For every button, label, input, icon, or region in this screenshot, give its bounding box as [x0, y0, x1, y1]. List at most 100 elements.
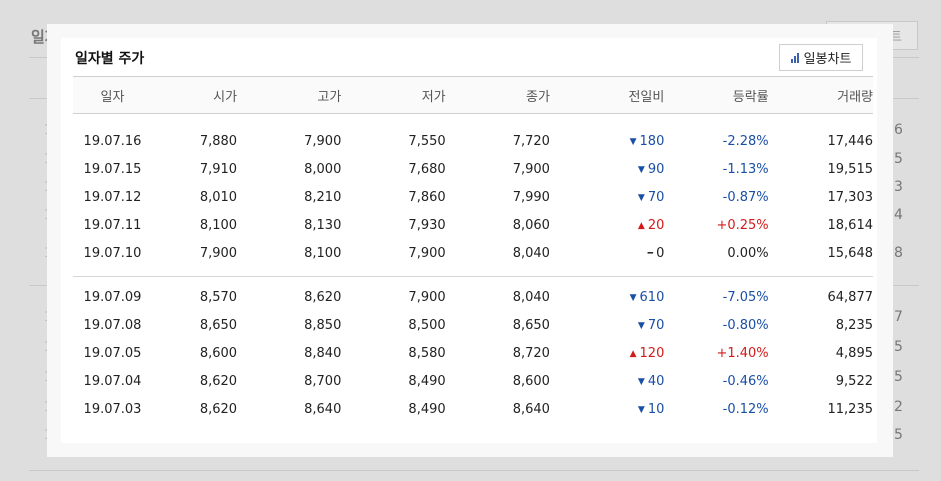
header-close: 종가	[445, 76, 550, 114]
cell-date: 19.07.08	[83, 318, 142, 333]
table-row: 19.07.16 7,880 7,900 7,550 7,720 ▼ 180 -2.28% 17…	[73, 128, 873, 156]
modal-title: 일자별 주가	[75, 51, 145, 67]
daily-chart-button-label: 일봉차트	[803, 52, 852, 67]
header-change: 전일비	[549, 76, 665, 114]
cell-low: 7,900	[408, 290, 446, 305]
cell-high: 8,210	[304, 190, 342, 205]
cell-change-value: 120	[639, 346, 665, 361]
cell-open: 8,620	[199, 402, 238, 417]
cell-date: 19.07.15	[83, 162, 142, 177]
background-row-volume-fragment: 6	[894, 122, 903, 138]
table-row: 19.07.12 8,010 8,210 7,860 7,990 ▼ 70 -0.87% 17,…	[73, 184, 873, 212]
daily-chart-button[interactable]: 일봉차트	[779, 44, 863, 71]
cell-date: 19.07.10	[83, 246, 142, 261]
cell-change: ▼ 180	[550, 128, 665, 156]
cell-rate: +1.40%	[716, 346, 769, 361]
cell-open: 8,570	[199, 290, 238, 305]
cell-volume: 18,614	[827, 218, 874, 233]
arrow-down-icon: ▼	[629, 137, 637, 147]
cell-high: 8,000	[304, 162, 342, 177]
cell-high: 8,850	[304, 318, 342, 333]
cell-change-value: 0	[656, 246, 665, 261]
cell-volume: 64,877	[827, 290, 874, 305]
cell-close: 7,720	[512, 134, 550, 149]
header-low: 저가	[341, 76, 446, 114]
cell-open: 7,900	[199, 246, 238, 261]
background-row-volume-fragment: 5	[894, 427, 903, 443]
cell-rate: +0.25%	[716, 218, 769, 233]
background-divider	[29, 470, 919, 471]
daily-price-table: 일자 시가 고가 저가 종가 전일비 등락률 거래량 19.07.16 7,880 7,900 7,…	[73, 76, 873, 424]
cell-rate: -7.05%	[722, 290, 769, 305]
header-high: 고가	[237, 76, 342, 114]
background-row-volume-fragment: 3	[894, 179, 903, 195]
cell-change-value: 40	[647, 374, 665, 389]
spacer-row	[73, 114, 873, 128]
cell-low: 7,680	[408, 162, 446, 177]
arrow-down-icon: ▼	[637, 193, 645, 203]
cell-change: ▼ 40	[550, 368, 664, 396]
cell-rate: -0.46%	[722, 374, 769, 389]
cell-close: 8,650	[512, 318, 550, 333]
background-row-volume-fragment: 4	[894, 207, 903, 223]
cell-low: 8,490	[408, 374, 446, 389]
table-row: 19.07.08 8,650 8,850 8,500 8,650 ▼ 70 -0.80% 8,2…	[73, 312, 873, 340]
cell-date: 19.07.03	[83, 402, 142, 417]
cell-high: 7,900	[304, 134, 342, 149]
cell-rate: -2.28%	[722, 134, 769, 149]
cell-date: 19.07.12	[83, 190, 142, 205]
cell-change: ▼ 610	[550, 284, 665, 312]
daily-price-modal: 일자별 주가 일봉차트 일자 시가 고가 저가 종가 전일비 등락률 거래량 19.07.16…	[47, 24, 893, 457]
cell-date: 19.07.04	[83, 374, 142, 389]
table-row: 19.07.04 8,620 8,700 8,490 8,600 ▼ 40 -0.46% 9,5…	[73, 368, 873, 396]
dash-icon: ━	[647, 249, 654, 259]
cell-low: 8,580	[408, 346, 446, 361]
cell-low: 7,860	[408, 190, 446, 205]
cell-date: 19.07.11	[83, 218, 142, 233]
table-row: 19.07.11 8,100 8,130 7,930 8,060 ▲ 20 +0.25% 18,…	[73, 212, 873, 240]
arrow-down-icon: ▼	[637, 165, 645, 175]
cell-change: ▼ 90	[550, 156, 664, 184]
header-rate: 등락률	[664, 76, 769, 114]
cell-close: 8,040	[512, 246, 550, 261]
cell-rate: -0.87%	[722, 190, 769, 205]
background-row-volume-fragment: 7	[894, 309, 903, 325]
arrow-down-icon: ▼	[637, 321, 645, 331]
background-row-volume-fragment: 8	[894, 245, 903, 261]
background-row-volume-fragment: 5	[894, 339, 903, 355]
cell-close: 8,640	[512, 402, 550, 417]
cell-open: 8,100	[199, 218, 238, 233]
cell-close: 7,990	[512, 190, 550, 205]
group-divider-row	[73, 268, 873, 284]
cell-high: 8,620	[304, 290, 342, 305]
cell-rate: -1.13%	[722, 162, 769, 177]
cell-volume: 19,515	[827, 162, 874, 177]
cell-low: 7,930	[408, 218, 446, 233]
cell-change-value: 70	[647, 318, 665, 333]
cell-low: 8,500	[408, 318, 446, 333]
cell-rate: 0.00%	[727, 246, 769, 261]
cell-low: 7,900	[408, 246, 446, 261]
cell-change-value: 610	[639, 290, 665, 305]
cell-change: ▼ 10	[550, 396, 664, 424]
cell-high: 8,700	[304, 374, 342, 389]
background-row-volume-fragment: 5	[894, 369, 903, 385]
cell-high: 8,130	[304, 218, 342, 233]
cell-open: 8,600	[199, 346, 238, 361]
cell-open: 7,880	[199, 134, 238, 149]
cell-change: ▼ 70	[550, 312, 664, 340]
cell-volume: 15,648	[827, 246, 874, 261]
arrow-down-icon: ▼	[637, 377, 645, 387]
bar-chart-icon	[790, 52, 799, 63]
cell-date: 19.07.16	[83, 134, 142, 149]
cell-close: 7,900	[512, 162, 550, 177]
cell-open: 8,620	[199, 374, 238, 389]
cell-change-value: 180	[639, 134, 665, 149]
cell-rate: -0.12%	[722, 402, 769, 417]
table-body: 19.07.16 7,880 7,900 7,550 7,720 ▼ 180 -2.28% 17…	[73, 114, 873, 424]
cell-close: 8,600	[512, 374, 550, 389]
table-row: 19.07.09 8,570 8,620 7,900 8,040 ▼ 610 -7.05% 64…	[73, 284, 873, 312]
header-volume: 거래량	[768, 76, 873, 114]
arrow-up-icon: ▲	[637, 221, 645, 231]
cell-change: ━ 0	[550, 240, 665, 268]
